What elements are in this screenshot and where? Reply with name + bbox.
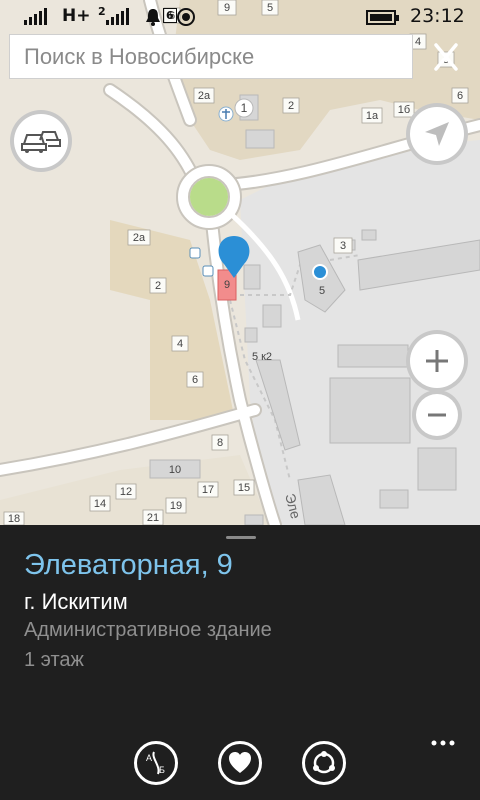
search-input[interactable] [10, 35, 412, 78]
battery-icon [366, 10, 399, 25]
map-label: 17 [202, 484, 214, 496]
more-dots-icon [431, 740, 455, 746]
map-label: 18 [8, 513, 20, 525]
place-card[interactable]: Элеваторная, 9 г. Искитим Административн… [0, 525, 480, 800]
share-button[interactable] [302, 741, 346, 785]
map-label: 19 [170, 500, 182, 512]
map-label: 1а [366, 110, 379, 122]
close-icon [434, 43, 458, 71]
close-search-button[interactable] [422, 37, 470, 77]
map-label: 2а [133, 232, 146, 244]
signal-2-icon [106, 8, 129, 25]
traffic-button[interactable] [10, 110, 72, 172]
poi-dot[interactable] [312, 264, 328, 280]
map-label: 2 [288, 100, 294, 112]
map-label: 12 [120, 486, 132, 498]
place-city: г. Искитим [24, 589, 128, 614]
map-label: 5 к2 [252, 351, 272, 363]
map-label: 21 [147, 512, 159, 524]
locate-me-button[interactable] [406, 103, 468, 165]
heart-icon [229, 752, 251, 773]
place-title: Элеваторная, 9 [24, 549, 233, 581]
map-label: 3 [340, 240, 346, 252]
church-icon [218, 106, 234, 122]
map-label: 4 [415, 36, 421, 48]
notification-count: 6 [163, 8, 177, 23]
route-ab-icon: А Б [146, 751, 165, 775]
favorite-button[interactable] [218, 741, 262, 785]
place-floors: 1 этаж [24, 649, 84, 671]
map-label: 6 [192, 374, 198, 386]
bell-icon [146, 9, 160, 26]
map-label: 1б [398, 104, 410, 116]
record-icon [177, 8, 195, 26]
more-options-button[interactable] [430, 733, 460, 753]
map-label: 4 [177, 338, 183, 350]
traffic-cars-icon [21, 131, 61, 153]
zoom-out-button[interactable] [412, 390, 462, 440]
map-label: 1 [241, 101, 248, 115]
clock: 23:12 [410, 5, 465, 27]
share-icon [313, 751, 335, 774]
status-bar: H+ 2 6 23:12 [0, 0, 480, 32]
map-label: 14 [94, 498, 106, 510]
route-b-label: Б [159, 765, 165, 775]
route-a-label: А [146, 753, 152, 763]
map-label: 5 [319, 285, 325, 297]
drag-handle[interactable] [226, 536, 256, 539]
navigation-arrow-icon [425, 122, 449, 146]
place-type: Административное здание [24, 619, 272, 641]
map-label: 6 [457, 90, 463, 102]
zoom-in-button[interactable] [406, 330, 468, 392]
plus-icon [426, 350, 448, 372]
route-button[interactable]: А Б [134, 741, 178, 785]
map-label: 2а [198, 90, 211, 102]
signal-icon [24, 8, 47, 25]
network-type: H+ [62, 6, 91, 26]
map-label: 8 [217, 437, 223, 449]
search-box[interactable] [9, 34, 413, 79]
map-label: 2 [155, 280, 161, 292]
map-label: 9 [224, 279, 230, 291]
minus-icon [428, 413, 446, 417]
map-label: 10 [169, 464, 181, 476]
map-label: 15 [238, 482, 250, 494]
